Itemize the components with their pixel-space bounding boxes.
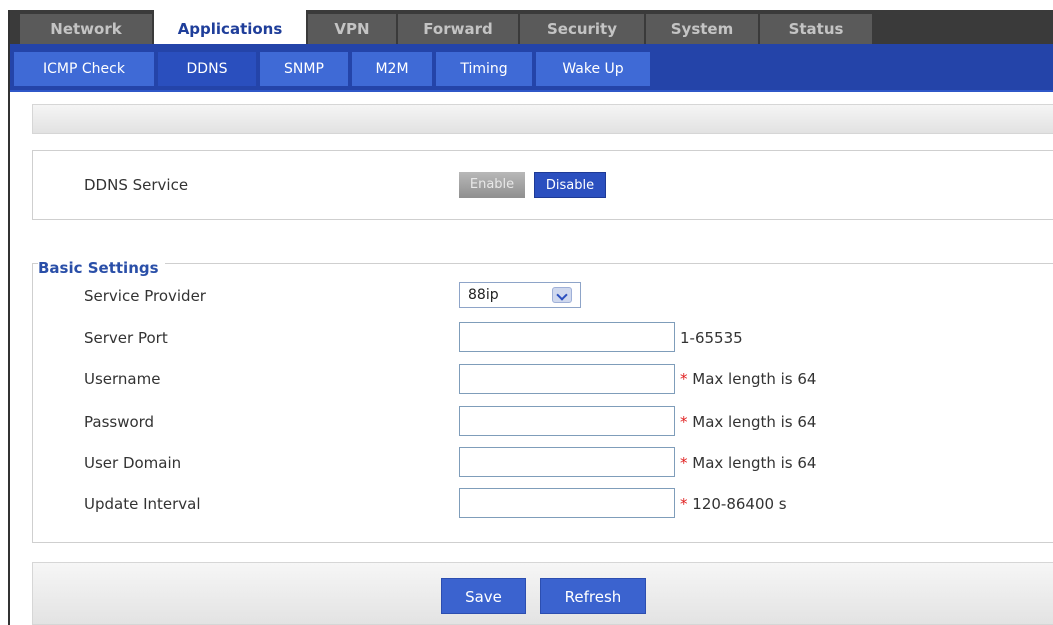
service-provider-value: 88ip <box>468 287 499 303</box>
update-interval-label: Update Interval <box>84 495 201 513</box>
required-mark: * <box>680 454 688 472</box>
username-input[interactable] <box>459 364 675 394</box>
subtab-icmp-check[interactable]: ICMP Check <box>14 52 154 86</box>
server-port-label: Server Port <box>84 329 168 347</box>
save-button[interactable]: Save <box>441 578 526 614</box>
subtab-ddns[interactable]: DDNS <box>158 52 256 86</box>
tab-status[interactable]: Status <box>760 14 872 44</box>
password-label: Password <box>84 413 155 431</box>
router-config-page: Network Applications VPN Forward Securit… <box>0 0 1053 625</box>
sub-tab-divider <box>10 90 1053 92</box>
password-input[interactable] <box>459 406 675 436</box>
enable-button[interactable]: Enable <box>459 172 525 198</box>
server-port-input[interactable] <box>459 322 675 352</box>
tab-vpn[interactable]: VPN <box>308 14 396 44</box>
chevron-down-icon[interactable] <box>552 287 572 303</box>
tab-forward[interactable]: Forward <box>398 14 518 44</box>
ddns-service-label: DDNS Service <box>84 176 189 194</box>
status-bar <box>32 104 1053 134</box>
service-provider-label: Service Provider <box>84 287 206 305</box>
password-hint-text: Max length is 64 <box>692 413 817 431</box>
username-label: Username <box>84 370 161 388</box>
username-hint: * Max length is 64 <box>680 370 816 388</box>
sub-tab-bar: ICMP Check DDNS SNMP M2M Timing Wake Up <box>10 44 1053 92</box>
password-hint: * Max length is 64 <box>680 413 816 431</box>
tab-network[interactable]: Network <box>20 14 152 44</box>
top-tab-bar: Network Applications VPN Forward Securit… <box>10 10 1053 44</box>
basic-settings-legend: Basic Settings <box>38 259 165 277</box>
update-interval-hint-text: 120-86400 s <box>692 495 787 513</box>
subtab-timing[interactable]: Timing <box>436 52 532 86</box>
subtab-m2m[interactable]: M2M <box>352 52 432 86</box>
server-port-hint: 1-65535 <box>680 329 743 347</box>
tab-system[interactable]: System <box>646 14 758 44</box>
user-domain-input[interactable] <box>459 447 675 477</box>
tab-applications[interactable]: Applications <box>154 10 306 44</box>
refresh-button[interactable]: Refresh <box>540 578 646 614</box>
server-port-hint-text: 1-65535 <box>680 329 743 347</box>
user-domain-hint-text: Max length is 64 <box>692 454 817 472</box>
username-hint-text: Max length is 64 <box>692 370 817 388</box>
update-interval-input[interactable] <box>459 488 675 518</box>
subtab-wake-up[interactable]: Wake Up <box>536 52 650 86</box>
service-provider-select[interactable]: 88ip <box>459 282 581 308</box>
disable-button[interactable]: Disable <box>534 172 606 198</box>
left-border <box>8 10 10 625</box>
user-domain-hint: * Max length is 64 <box>680 454 816 472</box>
update-interval-hint: * 120-86400 s <box>680 495 787 513</box>
required-mark: * <box>680 413 688 431</box>
required-mark: * <box>680 370 688 388</box>
required-mark: * <box>680 495 688 513</box>
subtab-snmp[interactable]: SNMP <box>260 52 348 86</box>
user-domain-label: User Domain <box>84 454 182 472</box>
tab-security[interactable]: Security <box>520 14 644 44</box>
